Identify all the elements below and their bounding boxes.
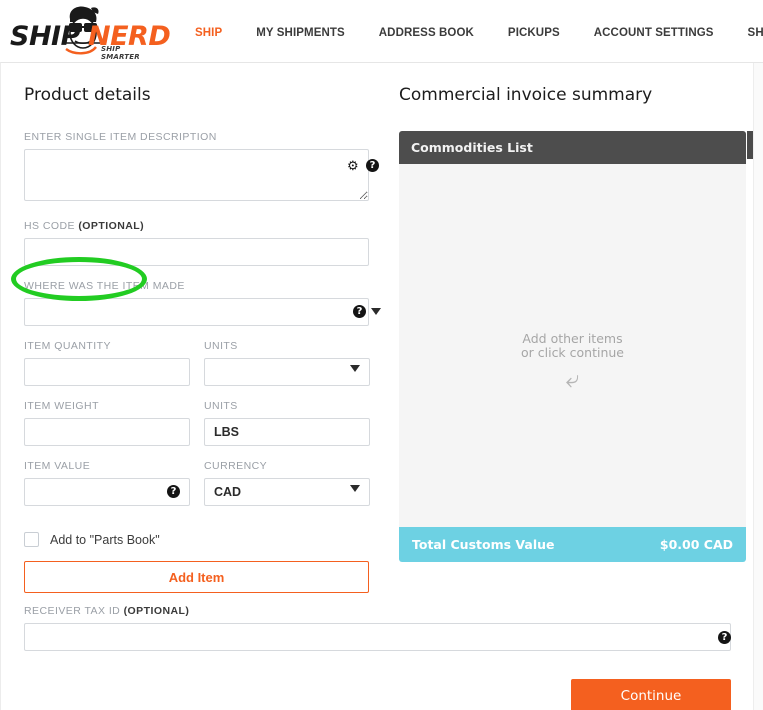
total-customs-value-label: Total Customs Value [412,537,555,552]
receiver-tax-id-label: RECEIVER TAX ID (OPTIONAL) [24,605,763,617]
logo-ship-text: SHIP [10,21,80,52]
item-weight-label: ITEM WEIGHT [24,400,99,412]
origin-label: WHERE WAS THE ITEM MADE [24,280,185,292]
item-value-input[interactable] [24,478,190,506]
receiver-tax-id-label-main: RECEIVER TAX ID [24,605,124,617]
weight-units-label: UNITS [204,400,238,412]
quantity-units-field-block: UNITS [204,340,370,386]
invoice-summary-column: Commercial invoice summary Commodities L… [391,85,751,593]
parts-book-row[interactable]: Add to "Parts Book" [24,532,391,547]
item-description-label: ENTER SINGLE ITEM DESCRIPTION [24,131,217,143]
total-customs-value-amount: $0.00 CAD [659,537,733,552]
chevron-down-icon[interactable] [371,308,381,315]
help-icon[interactable]: ? [718,631,731,644]
help-icon[interactable]: ? [353,305,366,318]
item-description-field-block: ENTER SINGLE ITEM DESCRIPTION ⚙ ? [24,131,391,206]
parts-book-checkbox[interactable] [24,532,39,547]
continue-row: Continue [24,679,731,710]
currency-icons [350,485,360,492]
commodities-panel: Commodities List Add other items or clic… [399,131,746,562]
quantity-units-label: UNITS [204,340,238,352]
currency-select[interactable] [204,478,370,506]
nav-item-account-settings[interactable]: ACCOUNT SETTINGS [577,27,731,39]
commodities-list-body: Add other items or click continue ⤶ [399,164,746,527]
curved-arrow-left-icon: ⤶ [565,365,580,393]
item-value-label: ITEM VALUE [24,460,91,472]
product-details-column: Product details ENTER SINGLE ITEM DESCRI… [1,85,391,593]
gear-icon[interactable]: ⚙ [347,159,361,172]
item-quantity-label: ITEM QUANTITY [24,340,111,352]
receiver-tax-id-field-block: RECEIVER TAX ID (OPTIONAL) ? [24,605,763,651]
origin-field-block: WHERE WAS THE ITEM MADE ? [24,280,391,326]
item-weight-input[interactable] [24,418,190,446]
shipnerd-logo[interactable]: SHIP NERD SHIP SMARTER [8,5,171,61]
empty-state-line2: or click continue [520,345,624,360]
total-customs-value-bar: Total Customs Value $0.00 CAD [399,527,746,562]
side-tab-handle[interactable] [747,131,753,159]
chevron-down-icon[interactable] [350,485,360,492]
site-header: SHIP NERD SHIP SMARTER SHIP MY SHIPMENTS… [0,0,763,62]
origin-icons: ? [353,305,381,318]
origin-select[interactable] [24,298,369,326]
help-icon[interactable]: ? [366,159,379,172]
commodities-empty-state: Add other items or click continue ⤶ [399,331,746,393]
add-item-button[interactable]: Add Item [24,561,369,593]
weight-units-field-block: UNITS [204,400,370,446]
page-frame: Product details ENTER SINGLE ITEM DESCRI… [0,62,763,710]
help-icon[interactable]: ? [167,485,180,498]
nav-item-address-book[interactable]: ADDRESS BOOK [362,27,491,39]
nav-item-ship[interactable]: SHIP [178,27,239,39]
item-quantity-field-block: ITEM QUANTITY [24,340,190,386]
value-row: ITEM VALUE ? CURRENCY [24,460,391,520]
currency-label: CURRENCY [204,460,268,472]
invoice-summary-title: Commercial invoice summary [399,85,653,105]
receiver-tax-id-label-optional: (OPTIONAL) [123,605,190,617]
quantity-row: ITEM QUANTITY UNITS [24,340,391,400]
commodities-list-header: Commodities List [399,131,746,164]
hs-code-input[interactable] [24,238,369,266]
nav-item-pickups[interactable]: PICKUPS [491,27,577,39]
bottom-section: RECEIVER TAX ID (OPTIONAL) ? Continue [1,593,763,710]
chevron-down-icon[interactable] [350,365,360,372]
parts-book-label: Add to "Parts Book" [50,532,160,547]
quantity-units-select[interactable] [204,358,370,386]
item-quantity-input[interactable] [24,358,190,386]
continue-button[interactable]: Continue [571,679,731,710]
item-value-icons: ? [167,485,180,498]
hs-code-label-optional: (OPTIONAL) [78,220,145,232]
weight-units-input[interactable] [204,418,370,446]
currency-field-block: CURRENCY [204,460,370,506]
nav-item-shipnerd[interactable]: SHIPNERD [731,27,763,39]
nav-item-my-shipments[interactable]: MY SHIPMENTS [239,27,362,39]
hs-code-label-main: HS CODE [24,220,79,232]
receiver-tax-id-input[interactable] [24,623,731,651]
receiver-tax-id-icons: ? [718,631,731,644]
item-description-input[interactable] [24,149,369,201]
item-value-field-block: ITEM VALUE ? [24,460,190,506]
empty-state-line1: Add other items [522,331,623,346]
main-navigation: SHIP MY SHIPMENTS ADDRESS BOOK PICKUPS A… [178,27,763,39]
item-description-icons: ⚙ ? [347,159,379,172]
item-weight-field-block: ITEM WEIGHT [24,400,190,446]
content-columns: Product details ENTER SINGLE ITEM DESCRI… [1,63,763,593]
hs-code-label: HS CODE (OPTIONAL) [24,220,391,232]
hs-code-field-block: HS CODE (OPTIONAL) [24,220,391,266]
weight-row: ITEM WEIGHT UNITS [24,400,391,460]
quantity-units-icons [350,365,360,372]
logo-tagline: SHIP SMARTER [101,45,140,61]
product-details-title: Product details [24,85,151,105]
